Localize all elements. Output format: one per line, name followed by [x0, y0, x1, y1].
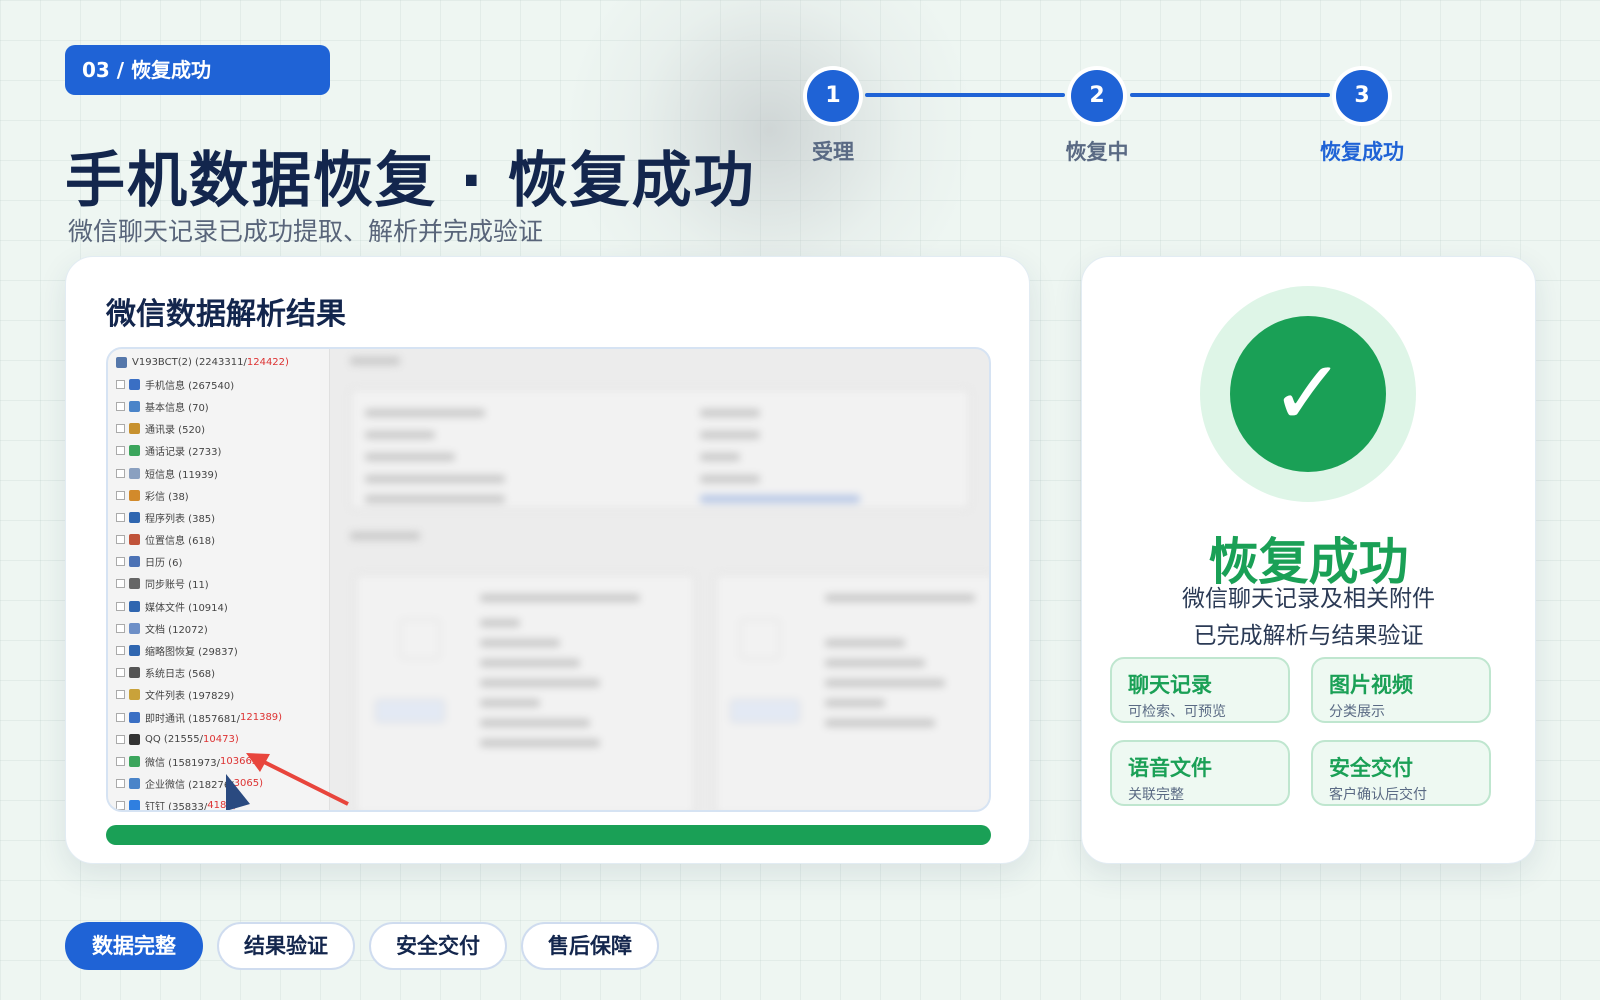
result-card-title: 微信数据解析结果: [106, 297, 346, 332]
step-number: 2: [1071, 70, 1123, 122]
section-badge: 03 / 恢复成功: [65, 45, 330, 95]
feature-subtitle: 分类展示: [1329, 704, 1385, 720]
feature-secure-delivery: 安全交付 客户确认后交付: [1311, 740, 1491, 806]
feature-title: 语音文件: [1128, 756, 1212, 780]
success-description: 微信聊天记录及相关附件 已完成解析与结果验证: [1082, 581, 1535, 655]
success-desc-line1: 微信聊天记录及相关附件: [1182, 586, 1435, 612]
feature-media: 图片视频 分类展示: [1311, 657, 1491, 723]
mouse-cursor-icon: [226, 774, 250, 810]
step-connector-1: [865, 93, 1065, 97]
highlight-arrow: [226, 753, 349, 810]
progress-bar: [106, 825, 991, 845]
step-2: 2 恢复中: [1052, 70, 1142, 166]
success-desc-line2: 已完成解析与结果验证: [1193, 623, 1424, 649]
recovery-screenshot: V193BCT(2) (2243311/124422) 手机信息 (267540)…: [106, 347, 991, 812]
step-1: 1 受理: [788, 70, 878, 166]
step-3: 3 恢复成功: [1317, 70, 1407, 166]
status-card: ✓ 恢复成功 微信聊天记录及相关附件 已完成解析与结果验证 聊天记录 可检索、可…: [1081, 256, 1536, 864]
tag-after-sales[interactable]: 售后保障: [521, 922, 659, 970]
step-label: 受理: [812, 140, 854, 164]
step-label: 恢复中: [1065, 140, 1129, 164]
tag-result-verified[interactable]: 结果验证: [217, 922, 355, 970]
step-number: 3: [1336, 70, 1388, 122]
tag-data-complete[interactable]: 数据完整: [65, 922, 203, 970]
feature-title: 安全交付: [1329, 756, 1413, 780]
step-connector-2: [1130, 93, 1330, 97]
progress-steps: 1 受理 2 恢复中 3 恢复成功: [807, 70, 1420, 170]
page-title: 手机数据恢复 · 恢复成功: [65, 146, 756, 216]
check-icon: ✓: [1230, 316, 1386, 472]
page-subtitle: 微信聊天记录已成功提取、解析并完成验证: [68, 217, 544, 246]
feature-subtitle: 客户确认后交付: [1329, 787, 1427, 803]
feature-chat-records: 聊天记录 可检索、可预览: [1110, 657, 1290, 723]
feature-title: 聊天记录: [1128, 673, 1212, 697]
success-halo: ✓: [1200, 286, 1416, 502]
feature-subtitle: 可检索、可预览: [1128, 704, 1226, 720]
feature-title: 图片视频: [1329, 673, 1413, 697]
tag-secure-delivery[interactable]: 安全交付: [369, 922, 507, 970]
result-card: 微信数据解析结果 V193BCT(2) (2243311/124422) 手机信息…: [65, 256, 1030, 864]
step-number: 1: [807, 70, 859, 122]
feature-subtitle: 关联完整: [1128, 787, 1184, 803]
feature-voice-files: 语音文件 关联完整: [1110, 740, 1290, 806]
step-label: 恢复成功: [1320, 140, 1404, 164]
